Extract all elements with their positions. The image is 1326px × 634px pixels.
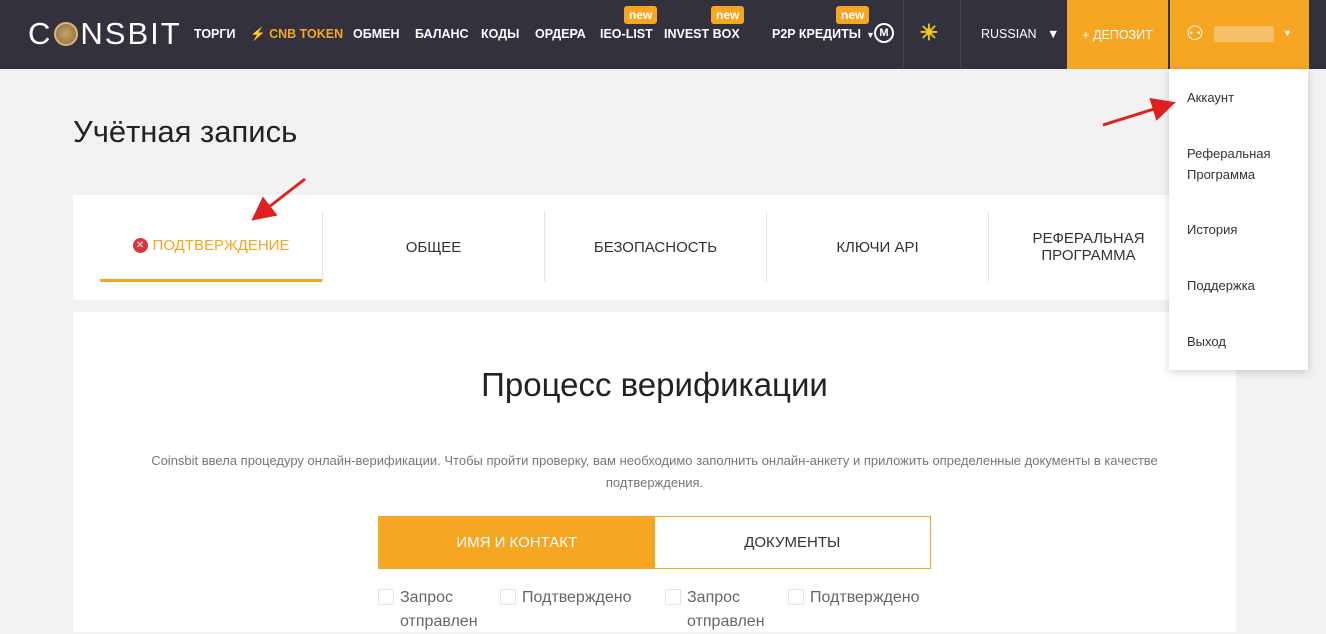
annotation-arrows: [251, 97, 1176, 221]
red-arrow: [1102, 97, 1176, 127]
red-arrow: [251, 177, 306, 221]
